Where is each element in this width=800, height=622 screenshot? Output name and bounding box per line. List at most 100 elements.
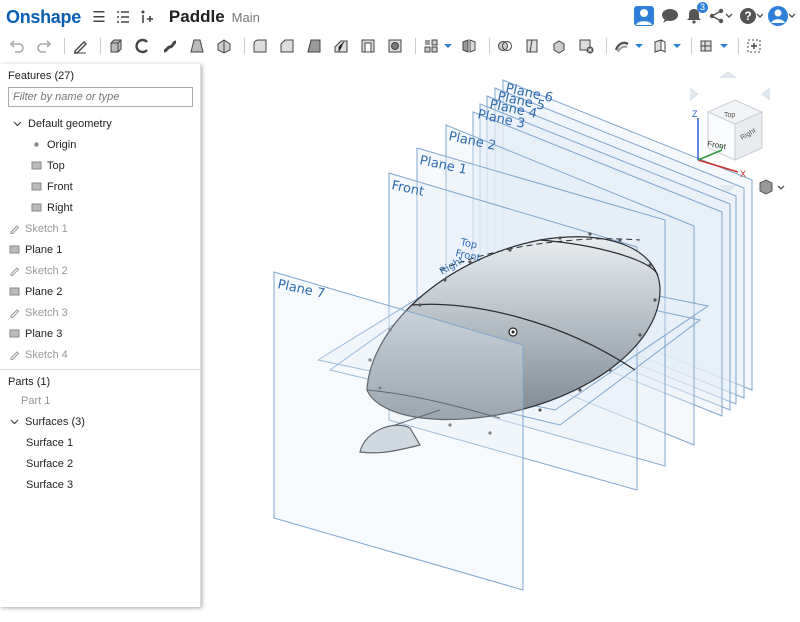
onshape-logo[interactable]: Onshape <box>6 7 81 28</box>
notification-badge: 3 <box>696 2 708 13</box>
share-icon[interactable] <box>708 6 734 26</box>
feature-item-sketch-3[interactable]: Sketch 3 <box>0 302 200 323</box>
feature-label: Front <box>47 180 73 193</box>
comments-icon[interactable] <box>660 6 680 26</box>
surface-item-2[interactable]: Surface 2 <box>0 453 200 474</box>
fillet-icon[interactable] <box>249 36 271 56</box>
graphics-viewport[interactable]: Plane 6 Plane 5 Plane 4 Plane 3 Plane 2 … <box>201 58 800 622</box>
feature-filter-input[interactable] <box>8 87 193 107</box>
mate-connector-icon[interactable] <box>696 36 718 56</box>
account-icon[interactable] <box>768 5 796 27</box>
feature-label: Right <box>47 201 73 214</box>
default-geometry-label: Default geometry <box>28 117 112 130</box>
surface-item-3[interactable]: Surface 3 <box>0 474 200 495</box>
feature-item-front[interactable]: Front <box>0 176 200 197</box>
default-geometry-group[interactable]: Default geometry <box>0 113 200 134</box>
feature-item-origin[interactable]: Origin <box>0 134 200 155</box>
toolbar-separator <box>100 38 101 54</box>
feature-list-panel: Features (27) Default geometry Origin To… <box>0 64 201 607</box>
feature-item-plane-3[interactable]: Plane 3 <box>0 323 200 344</box>
surface-dropdown-icon[interactable] <box>634 36 644 56</box>
pattern-icon[interactable] <box>420 36 442 56</box>
surfaces-label: Surfaces (3) <box>25 415 85 428</box>
rib-icon[interactable] <box>330 36 352 56</box>
sketch-icon[interactable] <box>69 36 91 56</box>
mirror-icon[interactable] <box>458 36 480 56</box>
sketch-icon <box>9 349 20 360</box>
toolbar-separator <box>64 38 65 54</box>
workspace-name[interactable]: Main <box>232 10 260 25</box>
loft-icon[interactable] <box>186 36 208 56</box>
part-item-1[interactable]: Part 1 <box>0 390 200 411</box>
parts-header: Parts (1) <box>8 376 51 388</box>
view-options-icon[interactable] <box>759 179 785 195</box>
user-avatar-icon[interactable] <box>632 4 656 28</box>
svg-text:?: ? <box>744 9 751 23</box>
document-title[interactable]: Paddle <box>169 7 225 27</box>
sketch-icon <box>9 307 20 318</box>
axis-x-label: X <box>740 169 746 179</box>
toolbar-separator <box>738 38 739 54</box>
feature-label: Sketch 1 <box>25 222 68 235</box>
feature-label: Sketch 4 <box>25 348 68 361</box>
help-icon[interactable]: ? <box>738 6 764 26</box>
feature-toolbar <box>0 34 800 58</box>
plane-dropdown-icon[interactable] <box>672 36 682 56</box>
toolbar-separator <box>489 38 490 54</box>
undo-icon[interactable] <box>6 36 28 56</box>
toolbar-separator <box>691 38 692 54</box>
revolve-icon[interactable] <box>132 36 154 56</box>
boolean-icon[interactable] <box>494 36 516 56</box>
notifications-icon[interactable]: 3 <box>684 2 708 26</box>
transform-icon[interactable] <box>548 36 570 56</box>
feature-item-sketch-4[interactable]: Sketch 4 <box>0 344 200 365</box>
axis-z-label: Z <box>692 109 698 119</box>
view-cube-front-label[interactable]: Front <box>707 139 728 151</box>
chevron-down-icon[interactable] <box>9 416 20 427</box>
draft-icon[interactable] <box>303 36 325 56</box>
feature-item-right[interactable]: Right <box>0 197 200 218</box>
mate-dropdown-icon[interactable] <box>719 36 729 56</box>
feature-label: Plane 2 <box>25 285 63 298</box>
thicken-icon[interactable] <box>213 36 235 56</box>
view-cube-top-label[interactable]: Top <box>724 112 735 119</box>
plane-icon <box>9 328 20 339</box>
feature-label: Sketch 2 <box>25 264 68 277</box>
plane-icon <box>9 244 20 255</box>
delete-part-icon[interactable] <box>575 36 597 56</box>
feature-item-plane-1[interactable]: Plane 1 <box>0 239 200 260</box>
plane-icon <box>9 286 20 297</box>
feature-item-top[interactable]: Top <box>0 155 200 176</box>
extrude-icon[interactable] <box>105 36 127 56</box>
plane-icon <box>31 181 42 192</box>
feature-item-sketch-1[interactable]: Sketch 1 <box>0 218 200 239</box>
surfaces-group[interactable]: Surfaces (3) <box>0 411 200 432</box>
panel-divider <box>0 369 200 370</box>
rotate-up-arrow-icon[interactable] <box>719 71 737 79</box>
feature-item-sketch-2[interactable]: Sketch 2 <box>0 260 200 281</box>
plane-tool-icon[interactable] <box>649 36 671 56</box>
hole-icon[interactable] <box>384 36 406 56</box>
toolbar-separator <box>606 38 607 54</box>
menu-icon[interactable]: ☰ <box>89 7 109 27</box>
sweep-icon[interactable] <box>159 36 181 56</box>
chevron-down-icon[interactable] <box>12 118 23 129</box>
surface-label: Surface 2 <box>26 457 74 470</box>
pattern-dropdown-icon[interactable] <box>443 36 453 56</box>
insert-feature-icon[interactable] <box>137 7 157 27</box>
feature-label: Plane 1 <box>25 243 63 256</box>
surface-item-1[interactable]: Surface 1 <box>0 432 200 453</box>
shell-icon[interactable] <box>357 36 379 56</box>
axis-y-label: Y <box>719 145 724 152</box>
feature-item-plane-2[interactable]: Plane 2 <box>0 281 200 302</box>
surface-label: Surface 1 <box>26 436 74 449</box>
rotate-left-arrow-icon[interactable] <box>689 87 699 101</box>
surface-tools-icon[interactable] <box>611 36 633 56</box>
split-icon[interactable] <box>521 36 543 56</box>
toolbar-separator <box>244 38 245 54</box>
chamfer-icon[interactable] <box>276 36 298 56</box>
redo-icon[interactable] <box>33 36 55 56</box>
add-custom-feature-icon[interactable] <box>743 36 765 56</box>
rotate-right-arrow-icon[interactable] <box>761 87 771 101</box>
document-list-icon[interactable] <box>113 7 133 27</box>
